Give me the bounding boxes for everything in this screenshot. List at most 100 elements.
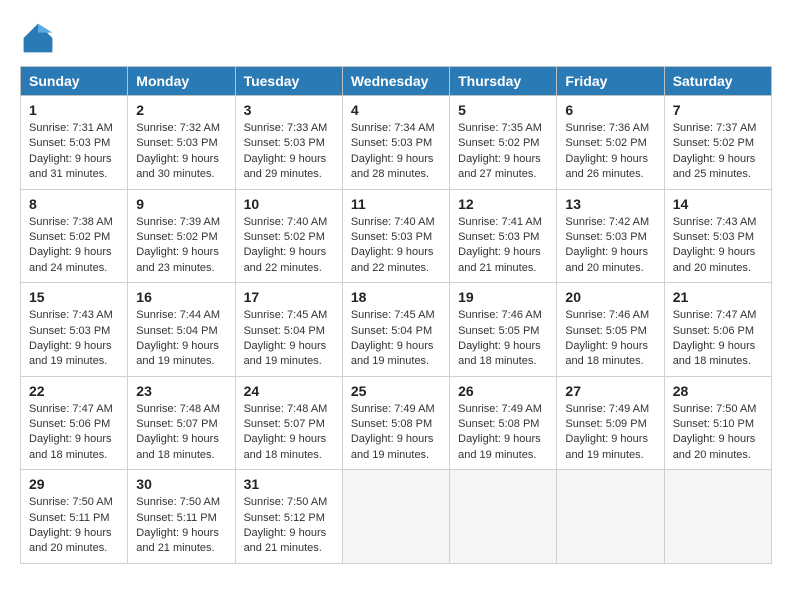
day-info: Sunrise: 7:44 AMSunset: 5:04 PMDaylight:… <box>136 309 220 367</box>
calendar-cell: 27 Sunrise: 7:49 AMSunset: 5:09 PMDaylig… <box>557 376 664 470</box>
calendar-cell: 4 Sunrise: 7:34 AMSunset: 5:03 PMDayligh… <box>342 96 449 190</box>
day-number: 27 <box>565 383 655 399</box>
calendar-cell: 18 Sunrise: 7:45 AMSunset: 5:04 PMDaylig… <box>342 283 449 377</box>
calendar-cell: 31 Sunrise: 7:50 AMSunset: 5:12 PMDaylig… <box>235 470 342 564</box>
day-info: Sunrise: 7:45 AMSunset: 5:04 PMDaylight:… <box>244 309 328 367</box>
day-info: Sunrise: 7:41 AMSunset: 5:03 PMDaylight:… <box>458 216 542 274</box>
day-header-sunday: Sunday <box>21 67 128 96</box>
day-number: 25 <box>351 383 441 399</box>
logo <box>20 20 62 56</box>
day-number: 21 <box>673 289 763 305</box>
calendar-cell: 11 Sunrise: 7:40 AMSunset: 5:03 PMDaylig… <box>342 189 449 283</box>
day-info: Sunrise: 7:35 AMSunset: 5:02 PMDaylight:… <box>458 122 542 180</box>
calendar-cell: 17 Sunrise: 7:45 AMSunset: 5:04 PMDaylig… <box>235 283 342 377</box>
day-number: 26 <box>458 383 548 399</box>
day-info: Sunrise: 7:46 AMSunset: 5:05 PMDaylight:… <box>565 309 649 367</box>
day-info: Sunrise: 7:38 AMSunset: 5:02 PMDaylight:… <box>29 216 113 274</box>
calendar-cell: 7 Sunrise: 7:37 AMSunset: 5:02 PMDayligh… <box>664 96 771 190</box>
calendar-cell <box>450 470 557 564</box>
calendar-cell: 6 Sunrise: 7:36 AMSunset: 5:02 PMDayligh… <box>557 96 664 190</box>
calendar-cell: 28 Sunrise: 7:50 AMSunset: 5:10 PMDaylig… <box>664 376 771 470</box>
day-number: 19 <box>458 289 548 305</box>
calendar-cell: 8 Sunrise: 7:38 AMSunset: 5:02 PMDayligh… <box>21 189 128 283</box>
week-row-3: 15 Sunrise: 7:43 AMSunset: 5:03 PMDaylig… <box>21 283 772 377</box>
calendar-cell: 9 Sunrise: 7:39 AMSunset: 5:02 PMDayligh… <box>128 189 235 283</box>
day-info: Sunrise: 7:50 AMSunset: 5:11 PMDaylight:… <box>29 496 113 554</box>
week-row-1: 1 Sunrise: 7:31 AMSunset: 5:03 PMDayligh… <box>21 96 772 190</box>
day-info: Sunrise: 7:50 AMSunset: 5:11 PMDaylight:… <box>136 496 220 554</box>
calendar-cell: 14 Sunrise: 7:43 AMSunset: 5:03 PMDaylig… <box>664 189 771 283</box>
calendar-cell: 10 Sunrise: 7:40 AMSunset: 5:02 PMDaylig… <box>235 189 342 283</box>
day-number: 5 <box>458 102 548 118</box>
day-header-tuesday: Tuesday <box>235 67 342 96</box>
calendar-cell: 13 Sunrise: 7:42 AMSunset: 5:03 PMDaylig… <box>557 189 664 283</box>
calendar-cell <box>342 470 449 564</box>
calendar-cell: 21 Sunrise: 7:47 AMSunset: 5:06 PMDaylig… <box>664 283 771 377</box>
calendar-cell: 5 Sunrise: 7:35 AMSunset: 5:02 PMDayligh… <box>450 96 557 190</box>
calendar-table: SundayMondayTuesdayWednesdayThursdayFrid… <box>20 66 772 564</box>
day-number: 7 <box>673 102 763 118</box>
day-header-friday: Friday <box>557 67 664 96</box>
day-number: 2 <box>136 102 226 118</box>
day-info: Sunrise: 7:48 AMSunset: 5:07 PMDaylight:… <box>244 403 328 461</box>
day-info: Sunrise: 7:36 AMSunset: 5:02 PMDaylight:… <box>565 122 649 180</box>
day-info: Sunrise: 7:43 AMSunset: 5:03 PMDaylight:… <box>673 216 757 274</box>
day-number: 11 <box>351 196 441 212</box>
calendar-cell: 23 Sunrise: 7:48 AMSunset: 5:07 PMDaylig… <box>128 376 235 470</box>
day-number: 1 <box>29 102 119 118</box>
calendar-cell: 30 Sunrise: 7:50 AMSunset: 5:11 PMDaylig… <box>128 470 235 564</box>
day-info: Sunrise: 7:49 AMSunset: 5:09 PMDaylight:… <box>565 403 649 461</box>
calendar-cell: 3 Sunrise: 7:33 AMSunset: 5:03 PMDayligh… <box>235 96 342 190</box>
day-header-monday: Monday <box>128 67 235 96</box>
day-header-saturday: Saturday <box>664 67 771 96</box>
day-info: Sunrise: 7:40 AMSunset: 5:02 PMDaylight:… <box>244 216 328 274</box>
day-number: 14 <box>673 196 763 212</box>
day-number: 29 <box>29 476 119 492</box>
day-number: 4 <box>351 102 441 118</box>
header <box>20 20 772 56</box>
calendar-cell: 12 Sunrise: 7:41 AMSunset: 5:03 PMDaylig… <box>450 189 557 283</box>
day-header-thursday: Thursday <box>450 67 557 96</box>
calendar-cell: 24 Sunrise: 7:48 AMSunset: 5:07 PMDaylig… <box>235 376 342 470</box>
day-info: Sunrise: 7:33 AMSunset: 5:03 PMDaylight:… <box>244 122 328 180</box>
day-info: Sunrise: 7:47 AMSunset: 5:06 PMDaylight:… <box>673 309 757 367</box>
calendar-cell: 26 Sunrise: 7:49 AMSunset: 5:08 PMDaylig… <box>450 376 557 470</box>
calendar-cell: 19 Sunrise: 7:46 AMSunset: 5:05 PMDaylig… <box>450 283 557 377</box>
day-number: 18 <box>351 289 441 305</box>
logo-icon <box>20 20 56 56</box>
day-info: Sunrise: 7:31 AMSunset: 5:03 PMDaylight:… <box>29 122 113 180</box>
week-row-5: 29 Sunrise: 7:50 AMSunset: 5:11 PMDaylig… <box>21 470 772 564</box>
calendar-cell: 20 Sunrise: 7:46 AMSunset: 5:05 PMDaylig… <box>557 283 664 377</box>
day-number: 9 <box>136 196 226 212</box>
calendar-cell: 15 Sunrise: 7:43 AMSunset: 5:03 PMDaylig… <box>21 283 128 377</box>
day-number: 24 <box>244 383 334 399</box>
day-info: Sunrise: 7:40 AMSunset: 5:03 PMDaylight:… <box>351 216 435 274</box>
day-number: 23 <box>136 383 226 399</box>
day-number: 6 <box>565 102 655 118</box>
day-number: 16 <box>136 289 226 305</box>
day-info: Sunrise: 7:43 AMSunset: 5:03 PMDaylight:… <box>29 309 113 367</box>
day-number: 20 <box>565 289 655 305</box>
day-info: Sunrise: 7:47 AMSunset: 5:06 PMDaylight:… <box>29 403 113 461</box>
day-info: Sunrise: 7:32 AMSunset: 5:03 PMDaylight:… <box>136 122 220 180</box>
calendar-cell: 1 Sunrise: 7:31 AMSunset: 5:03 PMDayligh… <box>21 96 128 190</box>
day-number: 12 <box>458 196 548 212</box>
day-info: Sunrise: 7:39 AMSunset: 5:02 PMDaylight:… <box>136 216 220 274</box>
calendar-cell: 2 Sunrise: 7:32 AMSunset: 5:03 PMDayligh… <box>128 96 235 190</box>
day-number: 3 <box>244 102 334 118</box>
week-row-4: 22 Sunrise: 7:47 AMSunset: 5:06 PMDaylig… <box>21 376 772 470</box>
day-info: Sunrise: 7:49 AMSunset: 5:08 PMDaylight:… <box>458 403 542 461</box>
day-info: Sunrise: 7:37 AMSunset: 5:02 PMDaylight:… <box>673 122 757 180</box>
calendar-cell <box>664 470 771 564</box>
calendar-cell: 22 Sunrise: 7:47 AMSunset: 5:06 PMDaylig… <box>21 376 128 470</box>
day-headers-row: SundayMondayTuesdayWednesdayThursdayFrid… <box>21 67 772 96</box>
day-number: 10 <box>244 196 334 212</box>
day-info: Sunrise: 7:34 AMSunset: 5:03 PMDaylight:… <box>351 122 435 180</box>
day-number: 31 <box>244 476 334 492</box>
day-number: 13 <box>565 196 655 212</box>
day-info: Sunrise: 7:46 AMSunset: 5:05 PMDaylight:… <box>458 309 542 367</box>
calendar-cell: 25 Sunrise: 7:49 AMSunset: 5:08 PMDaylig… <box>342 376 449 470</box>
day-info: Sunrise: 7:48 AMSunset: 5:07 PMDaylight:… <box>136 403 220 461</box>
day-number: 30 <box>136 476 226 492</box>
day-info: Sunrise: 7:49 AMSunset: 5:08 PMDaylight:… <box>351 403 435 461</box>
